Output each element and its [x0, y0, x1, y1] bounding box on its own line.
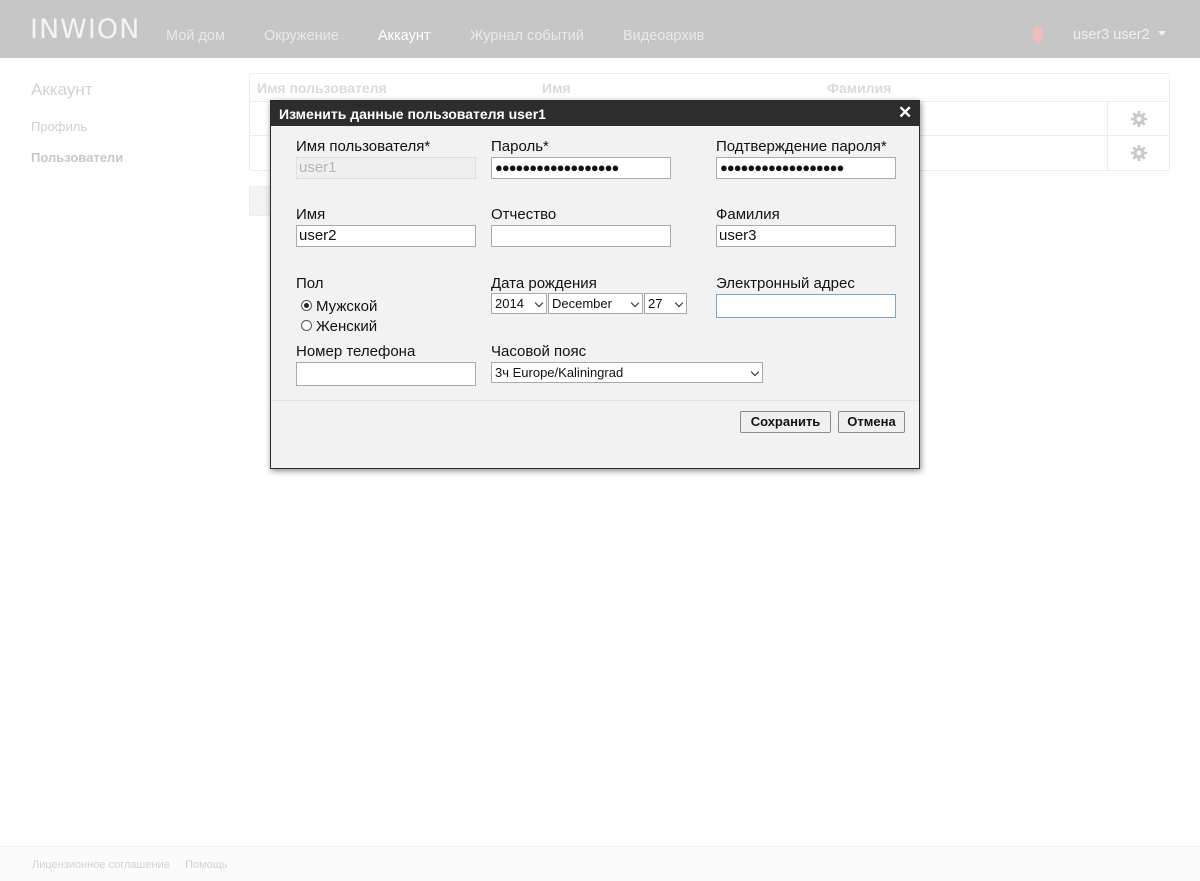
username-label: Имя пользователя* [296, 138, 431, 155]
nav-item-environment[interactable]: Окружение [264, 0, 339, 58]
timezone-label: Часовой пояс [491, 343, 587, 360]
column-header-username: Имя пользователя [257, 80, 387, 96]
first-name-field[interactable]: user2 [296, 225, 476, 247]
phone-label: Номер телефона [296, 343, 416, 360]
license-link[interactable]: Лицензионное соглашение [32, 859, 170, 871]
first-name-label: Имя [296, 206, 326, 223]
username-field: user1 [296, 157, 476, 179]
chevron-down-icon [750, 367, 760, 377]
email-field[interactable] [716, 294, 896, 318]
bell-icon[interactable] [1030, 26, 1046, 44]
close-icon[interactable]: ✕ [898, 103, 912, 123]
birth-day-value: 27 [648, 296, 663, 311]
timezone-select[interactable]: 3ч Europe/Kaliningrad [491, 362, 763, 383]
sidebar-item-users[interactable]: Пользователи [31, 150, 123, 165]
gender-male-label[interactable]: Мужской [316, 298, 377, 315]
gear-icon[interactable] [1130, 110, 1148, 128]
user-menu-label: user3 user2 [1073, 27, 1150, 43]
password-confirm-field[interactable]: ●●●●●●●●●●●●●●●●●● [716, 157, 896, 179]
nav-item-my-home[interactable]: Мой дом [166, 0, 225, 58]
patronymic-label: Отчество [491, 206, 557, 223]
chevron-down-icon [534, 298, 544, 308]
password-label: Пароль* [491, 138, 549, 155]
add-user-button[interactable] [249, 186, 272, 216]
last-name-label: Фамилия [716, 206, 780, 223]
nav-item-account[interactable]: Аккаунт [378, 0, 430, 58]
birth-date-label: Дата рождения [491, 275, 597, 292]
dialog-title: Изменить данные пользователя user1 [279, 106, 546, 122]
gender-female-label[interactable]: Женский [316, 318, 377, 335]
sidebar-item-profile[interactable]: Профиль [31, 119, 87, 134]
column-header-first-name: Имя [542, 80, 571, 96]
nav-item-event-log[interactable]: Журнал событий [470, 0, 584, 58]
caret-down-icon [1157, 30, 1166, 36]
chevron-down-icon [674, 298, 684, 308]
gender-label: Пол [296, 275, 324, 292]
cancel-button[interactable]: Отмена [838, 411, 905, 433]
patronymic-field[interactable] [491, 225, 671, 247]
gender-female-radio[interactable] [301, 320, 312, 331]
phone-field[interactable] [296, 362, 476, 386]
birth-day-select[interactable]: 27 [644, 293, 687, 314]
table-row [1107, 136, 1170, 170]
last-name-field[interactable]: user3 [716, 225, 896, 247]
top-navbar: INWION Мой дом Окружение Аккаунт Журнал … [0, 0, 1200, 58]
table-row [1107, 102, 1170, 136]
timezone-value: 3ч Europe/Kaliningrad [495, 365, 624, 380]
gear-icon[interactable] [1130, 144, 1148, 162]
logo[interactable]: INWION [30, 14, 140, 45]
birth-year-select[interactable]: 2014 [491, 293, 547, 314]
birth-year-value: 2014 [495, 296, 524, 311]
dialog-header: Изменить данные пользователя user1 ✕ [271, 101, 919, 126]
password-confirm-label: Подтверждение пароля* [716, 138, 887, 155]
dialog-divider [271, 400, 919, 401]
user-menu[interactable]: user3 user2 [1073, 27, 1166, 43]
sidebar-title: Аккаунт [31, 80, 93, 99]
nav-item-video-archive[interactable]: Видеоархив [623, 0, 704, 58]
birth-month-select[interactable]: December [548, 293, 643, 314]
password-field[interactable]: ●●●●●●●●●●●●●●●●●● [491, 157, 671, 179]
gender-male-radio[interactable] [301, 300, 312, 311]
birth-month-value: December [552, 296, 612, 311]
email-label: Электронный адрес [716, 275, 855, 292]
column-header-last-name: Фамилия [827, 80, 892, 96]
edit-user-dialog: Изменить данные пользователя user1 ✕ Имя… [270, 100, 920, 469]
save-button[interactable]: Сохранить [740, 411, 831, 433]
help-link[interactable]: Помощь [185, 859, 228, 871]
footer: Лицензионное соглашение Помощь [0, 846, 1200, 881]
chevron-down-icon [630, 298, 640, 308]
